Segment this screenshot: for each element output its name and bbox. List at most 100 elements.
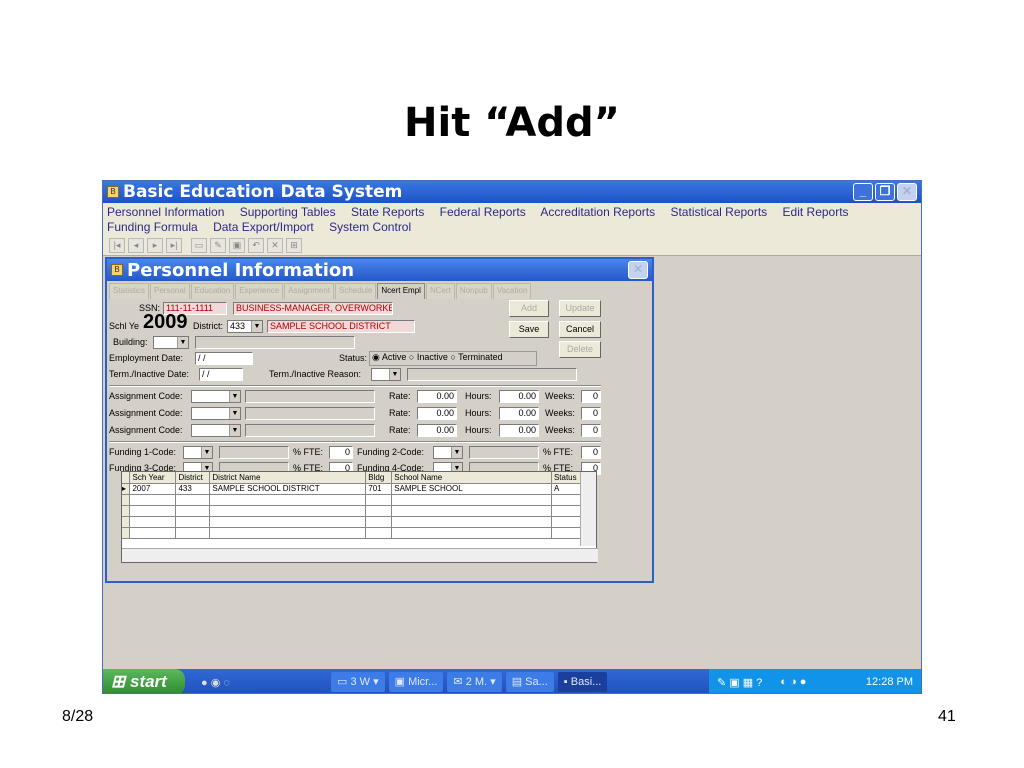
- menu-data-export-import[interactable]: Data Export/Import: [213, 220, 314, 234]
- radio-terminated[interactable]: ○ Terminated: [450, 352, 502, 362]
- form-titlebar[interactable]: B Personnel Information: [107, 259, 652, 281]
- table-row[interactable]: [122, 505, 583, 517]
- table-row[interactable]: ▸ 2007 433 SAMPLE SCHOOL DISTRICT 701 SA…: [122, 483, 583, 495]
- update-button[interactable]: Update: [559, 300, 601, 317]
- weeks-field[interactable]: 0: [581, 424, 601, 437]
- new-record-icon[interactable]: ▭: [191, 238, 207, 253]
- delete-button[interactable]: Delete: [559, 341, 601, 358]
- rate-label: Rate:: [389, 408, 411, 418]
- save-record-icon[interactable]: ▣: [229, 238, 245, 253]
- assignment-code-select[interactable]: ▼: [191, 407, 241, 420]
- term-reason-select[interactable]: ▼: [371, 368, 401, 381]
- term-date-field[interactable]: / /: [199, 368, 243, 381]
- menu-edit-reports[interactable]: Edit Reports: [783, 205, 849, 219]
- funding-1-select[interactable]: ▼: [183, 446, 213, 459]
- prev-record-icon[interactable]: ◂: [128, 238, 144, 253]
- tab-education[interactable]: Education: [190, 283, 235, 299]
- hours-field[interactable]: 0.00: [499, 407, 539, 420]
- building-select[interactable]: ▼: [153, 336, 189, 349]
- fte-2-field[interactable]: 0: [581, 446, 601, 459]
- quick-launch-icons[interactable]: ● ◉ ◌: [201, 676, 331, 689]
- school-year-annotation: 2009: [143, 311, 188, 333]
- menu-system-control[interactable]: System Control: [329, 220, 411, 234]
- system-tray: ✎ ▣ ▦ ? ◐ ◑ ● 12:28 PM: [709, 669, 921, 693]
- tab-nonpub[interactable]: Nonpub: [455, 283, 492, 299]
- app-titlebar[interactable]: B Basic Education Data System: [103, 181, 921, 203]
- employment-date-field[interactable]: / /: [195, 352, 253, 365]
- table-row[interactable]: [122, 516, 583, 528]
- menu-funding-formula[interactable]: Funding Formula: [107, 220, 198, 234]
- start-button[interactable]: ⊞ start: [103, 669, 185, 693]
- tray-icons[interactable]: ✎ ▣ ▦ ?: [717, 676, 762, 689]
- tab-ncert[interactable]: NCert: [425, 283, 455, 299]
- tab-statistics[interactable]: Statistics: [109, 283, 150, 299]
- grid-vertical-scrollbar[interactable]: [580, 472, 596, 546]
- tab-ncert-empl[interactable]: Ncert Empl: [377, 283, 425, 299]
- district-name-field: SAMPLE SCHOOL DISTRICT: [267, 320, 415, 333]
- cancel-button[interactable]: Cancel: [559, 321, 601, 338]
- taskbar-item-folders[interactable]: ▭ 3 W ▾: [331, 672, 385, 692]
- col-district-name[interactable]: District Name: [209, 472, 367, 484]
- hours-field[interactable]: 0.00: [499, 390, 539, 403]
- hours-field[interactable]: 0.00: [499, 424, 539, 437]
- tab-vacation[interactable]: Vacation: [492, 283, 532, 299]
- term-reason-label: Term./Inactive Reason:: [269, 369, 362, 379]
- next-record-icon[interactable]: ▸: [147, 238, 163, 253]
- form-close-icon[interactable]: ✕: [628, 261, 648, 279]
- filter-icon[interactable]: ⊞: [286, 238, 302, 253]
- radio-inactive[interactable]: ○ Inactive: [409, 352, 448, 362]
- edit-record-icon[interactable]: ✎: [210, 238, 226, 253]
- app-icon: ▪: [563, 676, 568, 688]
- chevron-down-icon: ▼: [229, 425, 240, 436]
- assignment-code-select[interactable]: ▼: [191, 390, 241, 403]
- col-sch-year[interactable]: Sch Year: [129, 472, 177, 484]
- clock[interactable]: 12:28 PM: [866, 676, 913, 688]
- hours-label: Hours:: [465, 408, 492, 418]
- menu-personnel-information[interactable]: Personnel Information: [107, 205, 224, 219]
- save-button[interactable]: Save: [509, 321, 549, 338]
- add-button[interactable]: Add: [509, 300, 549, 317]
- taskbar-item-mail[interactable]: ✉ 2 M. ▾: [447, 672, 502, 692]
- menu-federal-reports[interactable]: Federal Reports: [440, 205, 526, 219]
- rate-field[interactable]: 0.00: [417, 407, 457, 420]
- district-select[interactable]: 433 ▼: [227, 320, 263, 333]
- menu-state-reports[interactable]: State Reports: [351, 205, 424, 219]
- assignment-code-select[interactable]: ▼: [191, 424, 241, 437]
- rate-field[interactable]: 0.00: [417, 424, 457, 437]
- table-row[interactable]: [122, 494, 583, 506]
- network-icons[interactable]: ◐ ◑ ●: [780, 676, 806, 688]
- minimize-icon[interactable]: _: [853, 183, 873, 201]
- term-reason-desc-field: [407, 368, 577, 381]
- weeks-field[interactable]: 0: [581, 407, 601, 420]
- rate-field[interactable]: 0.00: [417, 390, 457, 403]
- col-district[interactable]: District: [175, 472, 211, 484]
- weeks-field[interactable]: 0: [581, 390, 601, 403]
- fte-1-field[interactable]: 0: [329, 446, 353, 459]
- last-record-icon[interactable]: ▸|: [166, 238, 182, 253]
- delete-record-icon[interactable]: ✕: [267, 238, 283, 253]
- grid-horizontal-scrollbar[interactable]: [122, 548, 598, 562]
- taskbar-item-basic[interactable]: ▪ Basi...: [557, 672, 608, 692]
- col-status[interactable]: Status: [551, 472, 583, 484]
- folder-icon: ▭: [337, 676, 348, 688]
- taskbar-item-micr[interactable]: ▣ Micr...: [388, 672, 444, 692]
- chevron-down-icon: ▼: [451, 447, 462, 458]
- funding-2-select[interactable]: ▼: [433, 446, 463, 459]
- menu-accreditation-reports[interactable]: Accreditation Reports: [540, 205, 655, 219]
- radio-inactive-label: Inactive: [416, 352, 448, 362]
- menu-statistical-reports[interactable]: Statistical Reports: [670, 205, 767, 219]
- taskbar-item-sa[interactable]: ▤ Sa...: [505, 672, 554, 692]
- close-icon[interactable]: ✕: [897, 183, 917, 201]
- col-school-name[interactable]: School Name: [391, 472, 552, 484]
- tab-experience[interactable]: Experience: [235, 283, 284, 299]
- col-bldg[interactable]: Bldg: [365, 472, 393, 484]
- tab-assignment[interactable]: Assignment: [284, 283, 335, 299]
- restore-icon[interactable]: ❐: [875, 183, 895, 201]
- menu-supporting-tables[interactable]: Supporting Tables: [240, 205, 336, 219]
- tab-personal[interactable]: Personal: [150, 283, 190, 299]
- tab-schedule[interactable]: Schedule: [335, 283, 377, 299]
- first-record-icon[interactable]: |◂: [109, 238, 125, 253]
- radio-active[interactable]: ◉ Active: [372, 352, 406, 362]
- table-row[interactable]: [122, 527, 583, 539]
- undo-icon[interactable]: ↶: [248, 238, 264, 253]
